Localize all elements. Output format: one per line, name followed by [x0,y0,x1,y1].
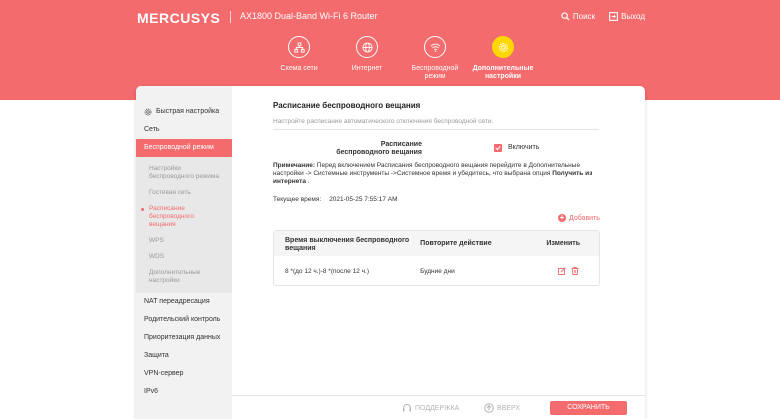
nav-advanced-circle [492,36,514,58]
sidebar-item-wireless[interactable]: Беспроводной режим [136,139,232,157]
schedule-toggle-label: Расписание беспроводного вещания [336,141,422,156]
nav-label: Дополнительные настройки [472,65,534,80]
brand-logo: MERCUSYS [137,10,221,26]
network-map-icon [293,41,305,53]
sidebar-item-quick-setup[interactable]: Быстрая настройка [136,103,232,121]
search-link[interactable]: Поиск [561,12,595,21]
plus-icon: + [558,213,566,222]
nav-label: Беспроводной режим [411,65,459,80]
page-subtitle: Настройте расписание автоматического отк… [273,118,599,130]
footer-bar: ПОДДЕРЖКА ВВЕРХ СОХРАНИТЬ [232,395,645,419]
logout-icon [609,12,618,21]
nav-label: Схема сети [280,65,318,72]
header-bar: MERCUSYS AX1800 Dual-Band Wi-Fi 6 Router… [0,0,780,100]
current-time-value: 2021-05-25 7:55:17 AM [329,196,398,203]
main-content: Расписание беспроводного вещания Настрой… [232,86,645,419]
search-icon [561,12,570,21]
cell-repeat: Будние дни [420,267,455,275]
sidebar-subitem-advanced[interactable]: Дополнительные настройки [136,265,232,289]
save-button[interactable]: СОХРАНИТЬ [550,401,627,415]
sidebar-subitem-wds[interactable]: WDS [136,249,232,265]
note-prefix: Примечание: [273,162,315,169]
sidebar-item-qos[interactable]: Приоритезация данных [136,329,232,347]
wireless-submenu: Настройки беспроводного режима Гостевая … [136,157,232,293]
sidebar-item-nat[interactable]: NAT переадресация [136,293,232,311]
sidebar-subitem-guest-network[interactable]: Гостевая сеть [136,185,232,201]
support-link[interactable]: ПОДДЕРЖКА [402,403,459,413]
note-text: Примечание: Перед включением Расписания … [273,162,603,186]
delete-icon[interactable] [571,267,579,275]
checkmark-icon [495,146,501,151]
router-model: AX1800 Dual-Band Wi-Fi 6 Router [240,11,378,21]
sidebar-item-ipv6[interactable]: IPv6 [136,383,232,401]
schedule-table: Время выключения беспроводного вещания П… [273,230,600,286]
column-header-time: Время выключения беспроводного вещания [285,237,410,252]
table-header: Время выключения беспроводного вещания П… [274,231,599,256]
page-title: Расписание беспроводного вещания [273,101,421,110]
main-nav: Схема сети Интернет Беспроводной режим Д… [265,36,537,81]
top-links: Поиск Выход [561,12,645,21]
nav-wireless-circle [424,36,446,58]
support-label: ПОДДЕРЖКА [415,404,460,412]
search-label: Поиск [572,12,596,21]
headset-icon [403,404,411,412]
nav-network-map-circle [288,36,310,58]
note-end: . [305,178,310,185]
cell-time: 8 *(до 12 ч.)-8 *(после 12 ч.) [285,267,369,275]
table-row: 8 *(до 12 ч.)-8 *(после 12 ч.) Будние дн… [274,256,599,286]
logo-divider [230,11,231,23]
add-button[interactable]: + Добавить [558,214,600,222]
cell-actions [536,267,599,275]
wifi-icon [430,43,440,52]
sidebar: Быстрая настройка Сеть Беспроводной режи… [136,86,232,419]
nav-network-map[interactable]: Схема сети [265,36,333,81]
sidebar-item-security[interactable]: Защита [136,347,232,365]
column-header-repeat: Повторите действие [420,240,492,247]
sidebar-item-parental-control[interactable]: Родительский контроль [136,311,232,329]
nav-internet-circle [356,36,378,58]
sidebar-subitem-wireless-schedule[interactable]: Расписание беспроводного вещания [136,201,232,233]
back-to-top-link[interactable]: ВВЕРХ [484,403,520,413]
content-panel: Быстрая настройка Сеть Беспроводной режи… [136,86,645,419]
nav-label: Интернет [351,65,383,72]
gear-icon [144,108,152,116]
sidebar-item-vpn[interactable]: VPN-сервер [136,365,232,383]
edit-icon[interactable] [558,267,567,275]
enable-checkbox[interactable] [494,144,502,152]
sidebar-subitem-wireless-settings[interactable]: Настройки беспроводного режима [136,161,232,185]
sidebar-item-network[interactable]: Сеть [136,121,232,139]
add-label: Добавить [569,214,600,222]
current-time-label: Текущее время: [273,196,322,203]
nav-wireless[interactable]: Беспроводной режим [401,36,469,81]
note-body: Перед включением Расписания беспроводног… [273,162,581,177]
sidebar-subitem-wps[interactable]: WPS [136,233,232,249]
arrow-up-icon [484,403,494,413]
logout-link[interactable]: Выход [609,12,645,21]
sidebar-item-label: Быстрая настройка [156,108,220,115]
globe-icon [361,41,373,53]
column-header-edit: Изменить [546,240,581,247]
current-time: Текущее время: 2021-05-25 7:55:17 AM [273,196,398,203]
back-to-top-label: ВВЕРХ [497,404,521,412]
enable-label: Включить [508,144,540,151]
gear-icon [498,42,508,52]
logout-label: Выход [621,12,645,21]
nav-advanced[interactable]: Дополнительные настройки [469,36,537,81]
nav-internet[interactable]: Интернет [333,36,401,81]
